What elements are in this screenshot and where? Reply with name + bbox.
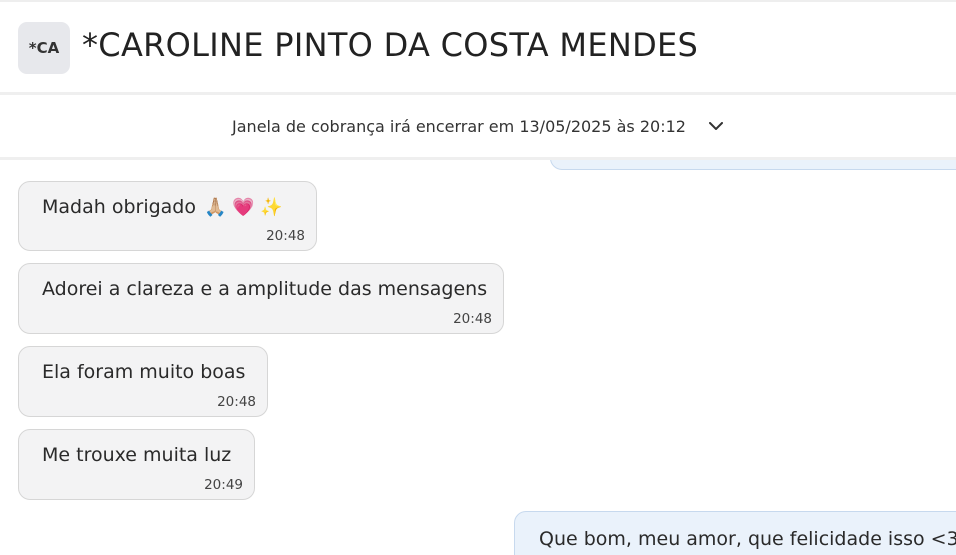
billing-window-bar: Janela de cobrança irá encerrar em 13/05… [0, 92, 956, 160]
message-text: Me trouxe muita luz [42, 444, 232, 466]
incoming-message[interactable]: Me trouxe muita luz 20:49 [18, 429, 255, 500]
contact-name: *CAROLINE PINTO DA COSTA MENDES [82, 26, 699, 64]
incoming-message[interactable]: Madah obrigado 🙏🏼 💗 ✨ 20:48 [18, 181, 317, 251]
previous-outgoing-message [550, 160, 956, 170]
billing-window-text: Janela de cobrança irá encerrar em 13/05… [232, 116, 686, 136]
message-text: Ela foram muito boas [42, 361, 246, 383]
message-text: Adorei a clareza e a amplitude das mensa… [42, 278, 488, 300]
chevron-down-icon[interactable] [708, 118, 724, 134]
avatar[interactable]: *CA [18, 22, 70, 74]
message-text: Que bom, meu amor, que felicidade isso <… [539, 528, 956, 550]
message-list[interactable]: Madah obrigado 🙏🏼 💗 ✨ 20:48 Adorei a cla… [0, 160, 956, 555]
message-time: 20:48 [217, 394, 256, 410]
incoming-message[interactable]: Ela foram muito boas 20:48 [18, 346, 268, 417]
message-text: Madah obrigado 🙏🏼 💗 ✨ [42, 196, 283, 218]
outgoing-message[interactable]: Que bom, meu amor, que felicidade isso <… [514, 511, 956, 555]
chat-header: *CA *CAROLINE PINTO DA COSTA MENDES [0, 0, 956, 92]
message-time: 20:49 [204, 477, 243, 493]
message-time: 20:48 [266, 228, 305, 244]
incoming-message[interactable]: Adorei a clareza e a amplitude das mensa… [18, 263, 504, 334]
message-time: 20:48 [453, 311, 492, 327]
emoji-group: 🙏🏼 💗 ✨ [204, 197, 283, 218]
